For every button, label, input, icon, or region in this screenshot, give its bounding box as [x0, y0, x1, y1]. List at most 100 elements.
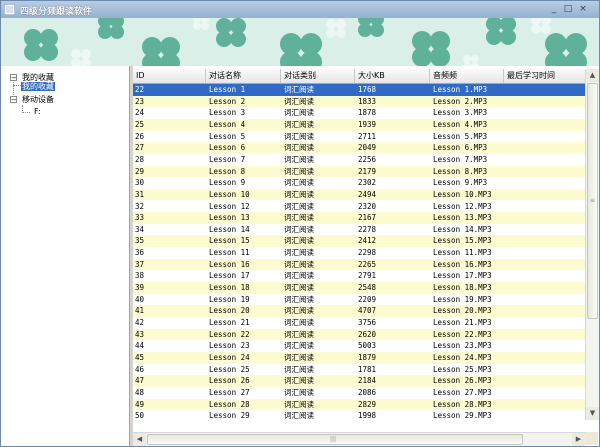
table-row[interactable]: 47 Lesson 26 词汇阅读 2184 Lesson 26.MP3 — [133, 375, 585, 387]
column-header-id[interactable]: ID — [133, 69, 206, 83]
tree-node-favorites-child[interactable]: 我的收藏 — [21, 81, 55, 92]
table-row[interactable]: 50 Lesson 29 词汇阅读 1998 Lesson 29.MP3 — [133, 410, 585, 419]
table-cell: 28 — [135, 154, 145, 164]
vertical-scrollbar[interactable]: ▲ ≡ ▼ — [585, 69, 599, 420]
table-cell: Lesson 27.MP3 — [433, 387, 492, 397]
table-cell: 词汇阅读 — [284, 201, 314, 211]
table-cell: Lesson 3.MP3 — [433, 108, 488, 118]
table-row[interactable]: 27 Lesson 6 词汇阅读 2049 Lesson 6.MP3 — [133, 142, 585, 154]
table-row[interactable]: 23 Lesson 2 词汇阅读 1833 Lesson 2.MP3 — [133, 95, 585, 108]
table-row[interactable]: 25 Lesson 4 词汇阅读 1939 Lesson 4.MP3 — [133, 118, 585, 131]
table-cell: Lesson 10.MP3 — [433, 189, 492, 199]
table-cell: 2711 — [358, 131, 377, 141]
table-cell: 词汇阅读 — [284, 85, 314, 94]
table-cell: 1998 — [358, 411, 377, 419]
table-row[interactable]: 29 Lesson 8 词汇阅读 2179 Lesson 8.MP3 — [133, 165, 585, 178]
table-row[interactable]: 43 Lesson 22 词汇阅读 2620 Lesson 22.MP3 — [133, 328, 585, 341]
table-row[interactable]: 38 Lesson 17 词汇阅读 2791 Lesson 17.MP3 — [133, 270, 585, 282]
table-cell: Lesson 4 — [209, 119, 246, 129]
table-cell: Lesson 29 — [209, 411, 250, 419]
collapse-icon[interactable]: − — [10, 74, 17, 82]
table-cell: 37 — [135, 259, 145, 269]
column-header-dialogue-name[interactable]: 对话名称 — [206, 69, 281, 83]
table-body: 22 Lesson 1 词汇阅读 1768 Lesson 1.MP3 23 Lesson 2… — [133, 84, 585, 419]
table-cell: Lesson 14.MP3 — [433, 224, 492, 234]
table-row[interactable]: 49 Lesson 28 词汇阅读 2829 Lesson 28.MP3 — [133, 398, 585, 411]
horizontal-scrollbar[interactable]: ◀ ||| ▶ — [133, 432, 585, 446]
tree-node-drive-f[interactable]: F: — [34, 106, 41, 117]
table-cell: 词汇阅读 — [284, 259, 314, 269]
table-row[interactable]: 41 Lesson 20 词汇阅读 4707 Lesson 20.MP3 — [133, 305, 585, 317]
table-cell: 32 — [135, 201, 145, 211]
table-row[interactable]: 35 Lesson 15 词汇阅读 2412 Lesson 15.MP3 — [133, 235, 585, 248]
table-cell: 30 — [135, 178, 145, 188]
table-cell: 35 — [135, 236, 145, 246]
minimize-button[interactable]: _ — [548, 4, 560, 15]
table-cell: 词汇阅读 — [284, 178, 314, 188]
table-cell: Lesson 16.MP3 — [433, 259, 492, 269]
table-row[interactable]: 22 Lesson 1 词汇阅读 1768 Lesson 1.MP3 — [133, 84, 585, 96]
table-row[interactable]: 39 Lesson 18 词汇阅读 2548 Lesson 18.MP3 — [133, 282, 585, 294]
table-cell: Lesson 19 — [209, 294, 250, 304]
table-cell: 33 — [135, 213, 145, 223]
table-row[interactable]: 32 Lesson 12 词汇阅读 2320 Lesson 12.MP3 — [133, 201, 585, 213]
table-cell: 1768 — [358, 85, 377, 94]
table-cell: 31 — [135, 189, 145, 199]
table-cell: Lesson 21.MP3 — [433, 318, 492, 327]
table-row[interactable]: 30 Lesson 9 词汇阅读 2302 Lesson 9.MP3 — [133, 177, 585, 189]
table-cell: 5003 — [358, 341, 377, 351]
table-row[interactable]: 33 Lesson 13 词汇阅读 2167 Lesson 13.MP3 — [133, 212, 585, 224]
title-bar[interactable]: 四级分频跟读软件 _ □ × — [1, 1, 599, 18]
table-row[interactable]: 42 Lesson 21 词汇阅读 3756 Lesson 21.MP3 — [133, 317, 585, 329]
column-header-size-kb[interactable]: 大小KB — [355, 69, 430, 83]
tree-node-label: 我的收藏 — [21, 82, 55, 91]
table-cell: Lesson 24 — [209, 352, 250, 362]
table-cell: 词汇阅读 — [284, 236, 314, 246]
table-cell: 49 — [135, 399, 145, 409]
table-cell: 2829 — [358, 399, 377, 409]
scroll-up-arrow-icon[interactable]: ▲ — [586, 69, 599, 82]
table-row[interactable]: 48 Lesson 27 词汇阅读 2086 Lesson 27.MP3 — [133, 387, 585, 399]
table-row[interactable]: 45 Lesson 24 词汇阅读 1879 Lesson 24.MP3 — [133, 351, 585, 364]
table-cell: Lesson 22.MP3 — [433, 329, 492, 339]
column-header-audio[interactable]: 音频频 — [430, 69, 504, 83]
scroll-down-arrow-icon[interactable]: ▼ — [586, 407, 599, 420]
table-row[interactable]: 37 Lesson 16 词汇阅读 2265 Lesson 16.MP3 — [133, 258, 585, 271]
collapse-icon[interactable]: − — [10, 96, 17, 104]
table-row[interactable]: 28 Lesson 7 词汇阅读 2256 Lesson 7.MP3 — [133, 154, 585, 166]
table-row[interactable]: 34 Lesson 14 词汇阅读 2278 Lesson 14.MP3 — [133, 224, 585, 236]
table-cell: Lesson 11.MP3 — [433, 248, 492, 258]
table-row[interactable]: 40 Lesson 19 词汇阅读 2209 Lesson 19.MP3 — [133, 294, 585, 306]
table-cell: 词汇阅读 — [284, 213, 314, 223]
table-cell: 词汇阅读 — [284, 352, 314, 362]
maximize-button[interactable]: □ — [562, 4, 574, 15]
table-row[interactable]: 24 Lesson 3 词汇阅读 1878 Lesson 3.MP3 — [133, 107, 585, 119]
lesson-table: ID 对话名称 对话类别 大小KB 音频频 最后学习时间 22 Lesson 1 词… — [133, 66, 599, 446]
table-cell: 44 — [135, 341, 145, 351]
scroll-left-arrow-icon[interactable]: ◀ — [133, 433, 146, 446]
table-cell: Lesson 12 — [209, 201, 250, 211]
table-cell: 词汇阅读 — [284, 306, 314, 316]
folder-tree[interactable]: − 我的收藏 我的收藏 − 移动设备 F: — [1, 66, 130, 446]
table-cell: 2620 — [358, 329, 377, 339]
table-cell: 词汇阅读 — [284, 283, 314, 293]
table-cell: Lesson 4.MP3 — [433, 119, 488, 129]
table-cell: Lesson 6.MP3 — [433, 143, 488, 153]
column-header-last-studied[interactable]: 最后学习时间 — [504, 69, 585, 83]
column-header-dialogue-type[interactable]: 对话类别 — [281, 69, 355, 83]
table-cell: Lesson 28.MP3 — [433, 399, 492, 409]
table-row[interactable]: 44 Lesson 23 词汇阅读 5003 Lesson 23.MP3 — [133, 340, 585, 352]
table-row[interactable]: 36 Lesson 11 词汇阅读 2298 Lesson 11.MP3 — [133, 247, 585, 259]
table-cell: 34 — [135, 224, 145, 234]
scroll-right-arrow-icon[interactable]: ▶ — [572, 433, 585, 446]
table-row[interactable]: 46 Lesson 25 词汇阅读 1781 Lesson 25.MP3 — [133, 364, 585, 376]
table-cell: Lesson 2.MP3 — [433, 96, 488, 106]
table-row[interactable]: 31 Lesson 10 词汇阅读 2494 Lesson 10.MP3 — [133, 188, 585, 201]
table-cell: Lesson 9.MP3 — [433, 178, 488, 188]
table-cell: 2548 — [358, 283, 377, 293]
table-cell: 词汇阅读 — [284, 248, 314, 258]
table-cell: 2494 — [358, 189, 377, 199]
close-button[interactable]: × — [577, 4, 589, 15]
table-cell: 2412 — [358, 236, 377, 246]
table-row[interactable]: 26 Lesson 5 词汇阅读 2711 Lesson 5.MP3 — [133, 131, 585, 143]
